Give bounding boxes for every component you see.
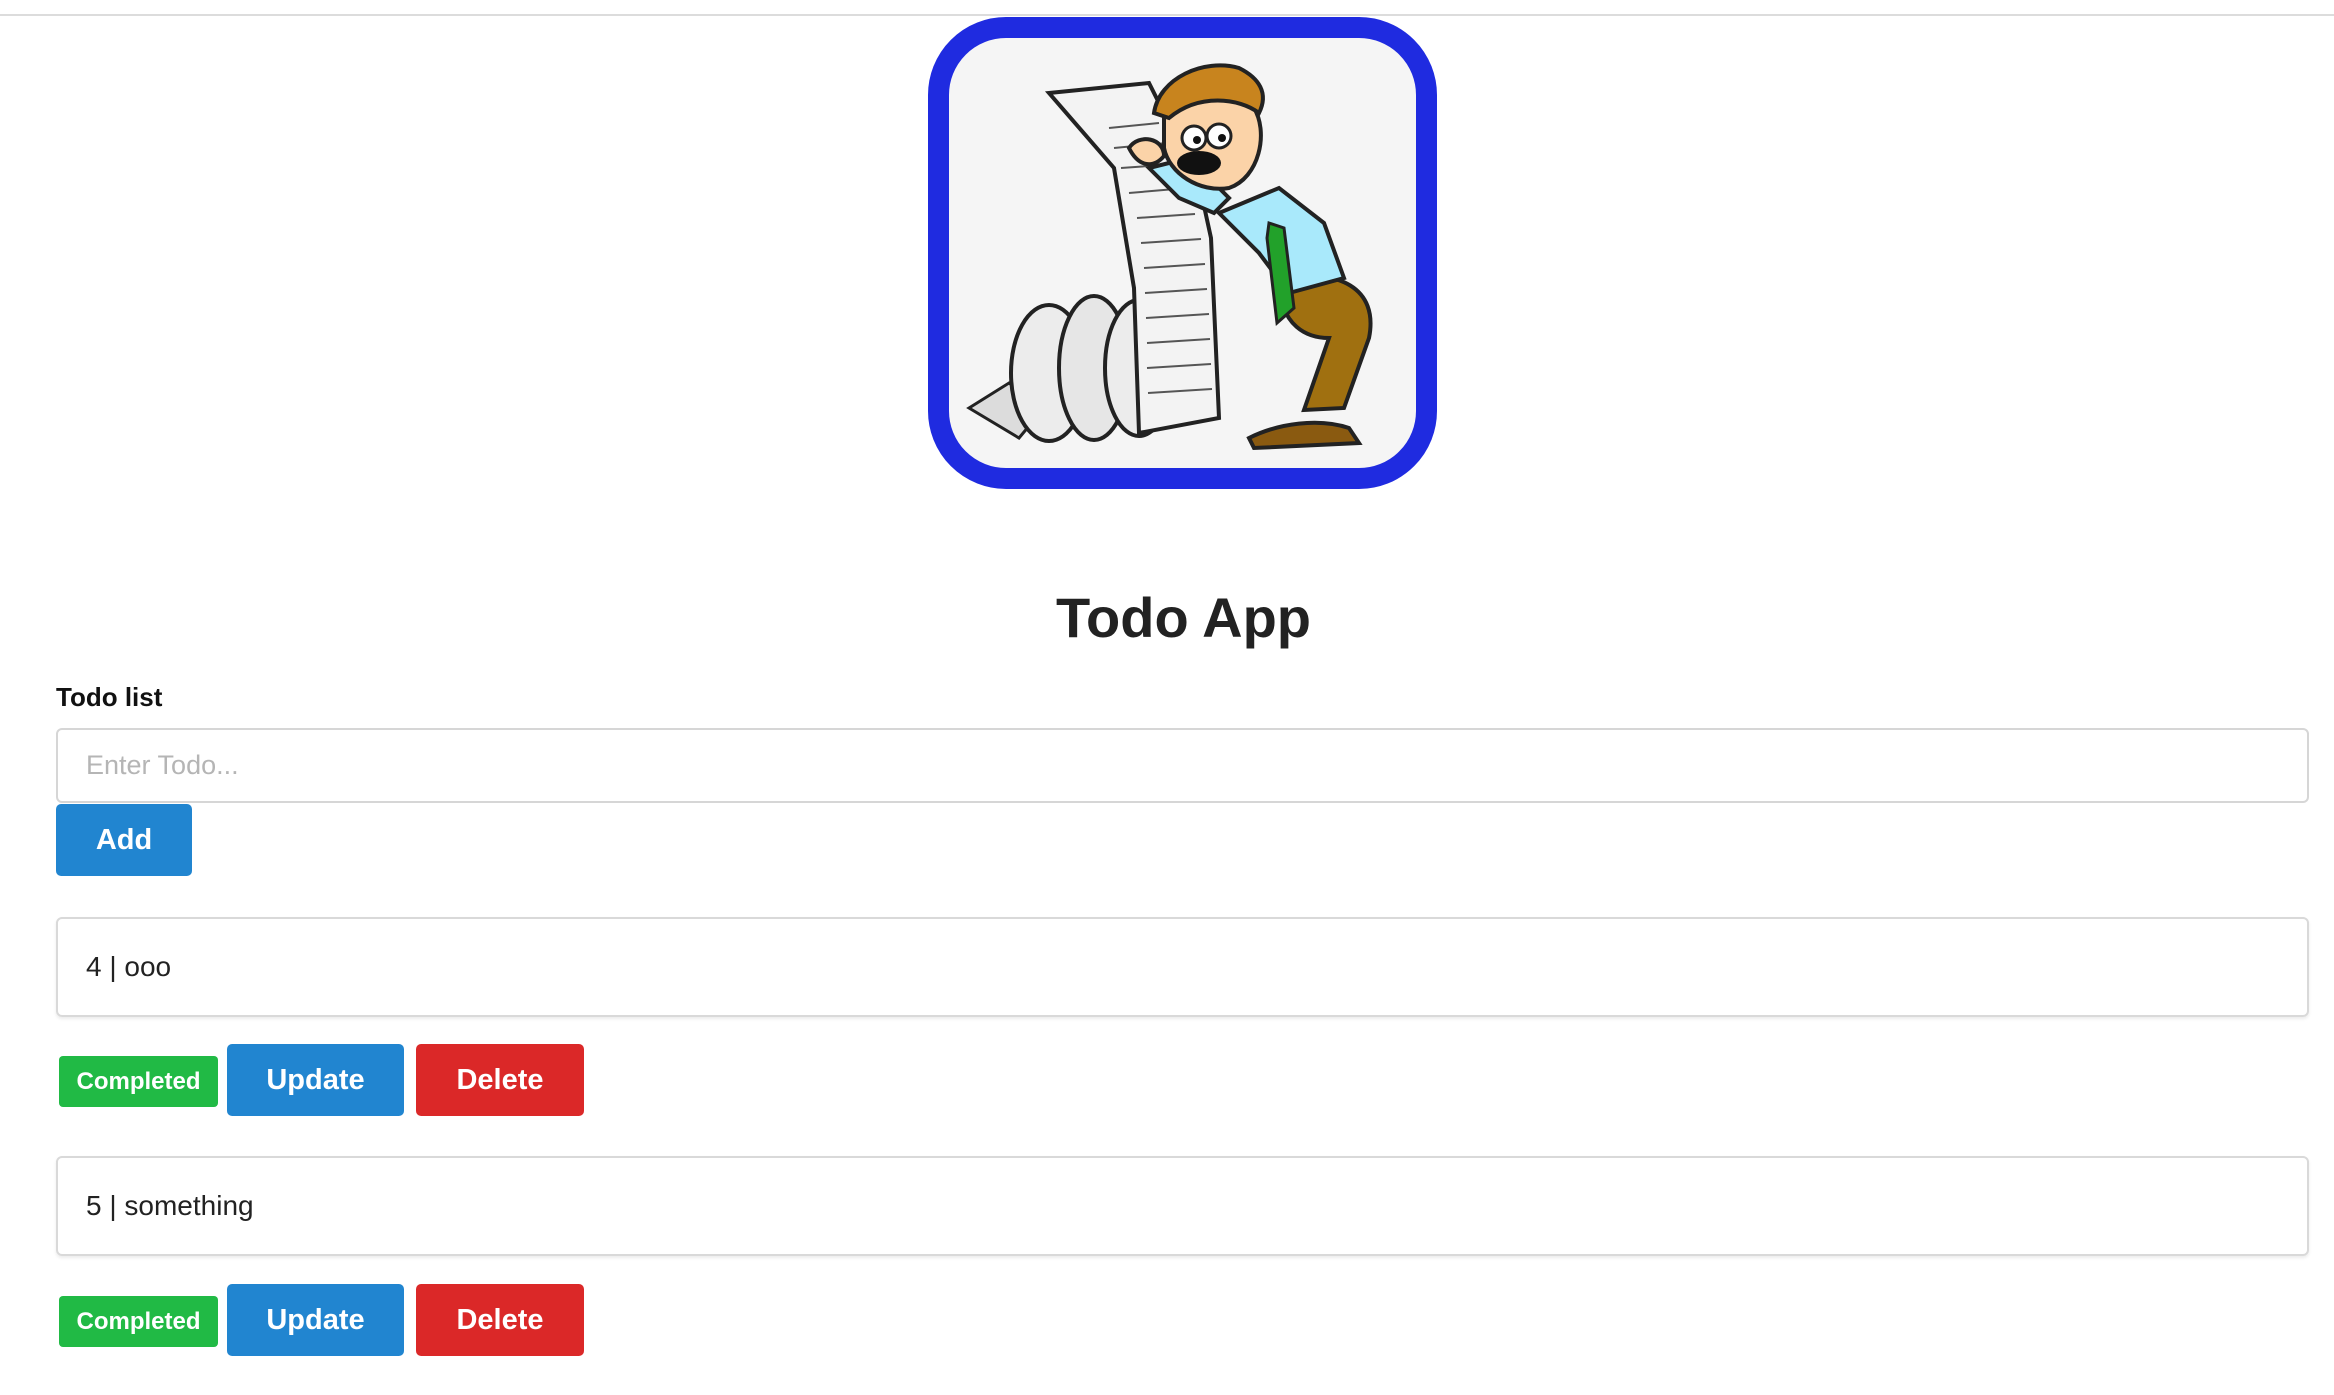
todo-item-text: 5 | something [86, 1190, 254, 1221]
todo-list-cartoon-icon [966, 63, 1373, 451]
delete-button[interactable]: Delete [416, 1044, 584, 1116]
todo-item: 4 | ooo [56, 917, 2309, 1017]
todo-list-label: Todo list [56, 682, 163, 712]
completed-button[interactable]: Completed [59, 1296, 218, 1347]
update-button[interactable]: Update [227, 1284, 404, 1356]
add-button[interactable]: Add [56, 804, 192, 876]
completed-button[interactable]: Completed [59, 1056, 218, 1107]
todo-item-text: 4 | ooo [86, 951, 172, 982]
delete-button[interactable]: Delete [416, 1284, 584, 1356]
todo-input[interactable] [56, 728, 2309, 803]
todo-list-cartoon-logo [928, 17, 1437, 489]
page-title: Todo App [1055, 586, 1311, 649]
todo-item: 5 | something [56, 1156, 2309, 1256]
update-button[interactable]: Update [227, 1044, 404, 1116]
browser-top-border [0, 0, 2334, 16]
